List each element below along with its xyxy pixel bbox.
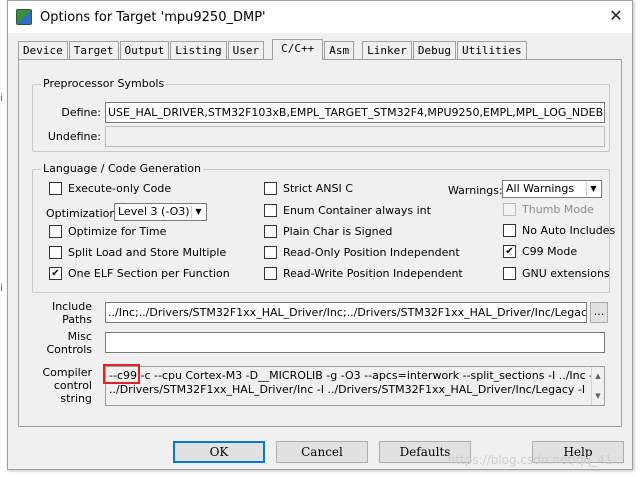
enum-container-label: Enum Container always int bbox=[283, 204, 431, 217]
strict-ansi-box[interactable] bbox=[264, 182, 277, 195]
misc-label-line1: Misc bbox=[67, 330, 92, 343]
thumb-mode-label: Thumb Mode bbox=[522, 203, 594, 216]
tab-debug[interactable]: Debug bbox=[412, 41, 456, 59]
tab-linker[interactable]: Linker bbox=[362, 41, 412, 59]
one-elf-checkbox[interactable]: ✔ One ELF Section per Function bbox=[49, 267, 230, 280]
thumb-mode-box[interactable] bbox=[503, 203, 516, 216]
plain-char-box[interactable] bbox=[264, 225, 277, 238]
options-dialog: Options for Target 'mpu9250_DMP' ✕ Devic… bbox=[7, 0, 633, 470]
compiler-control-label: Compiler control string bbox=[39, 366, 92, 405]
no-auto-includes-checkbox[interactable]: No Auto Includes bbox=[503, 224, 615, 237]
undefine-label: Undefine: bbox=[47, 130, 101, 143]
tab-output[interactable]: Output bbox=[119, 41, 170, 59]
close-icon[interactable]: ✕ bbox=[606, 6, 626, 26]
misc-controls-label: Misc Controls bbox=[39, 330, 93, 356]
undefine-input[interactable] bbox=[105, 126, 605, 147]
chevron-down-icon[interactable]: ▼ bbox=[191, 205, 205, 219]
execute-only-box[interactable] bbox=[49, 182, 62, 195]
ro-position-box[interactable] bbox=[264, 246, 277, 259]
compiler-scrollbar[interactable]: ▲ ▼ bbox=[591, 367, 604, 405]
gnu-extensions-box[interactable] bbox=[503, 267, 516, 280]
compiler-control-string[interactable]: --c99 -c --cpu Cortex-M3 -D__MICROLIB -g… bbox=[105, 366, 605, 406]
preprocessor-legend: Preprocessor Symbols bbox=[41, 77, 167, 90]
misc-controls-input[interactable] bbox=[105, 332, 605, 353]
scroll-down-icon[interactable]: ▼ bbox=[592, 389, 604, 403]
optimization-label: Optimization: bbox=[46, 207, 121, 220]
strict-ansi-label: Strict ANSI C bbox=[283, 182, 353, 195]
tab-strip: Device Target Output Listing User C/C++ … bbox=[18, 39, 528, 60]
tab-c-cpp[interactable]: C/C++ bbox=[272, 39, 324, 60]
c-cpp-tab-panel: Preprocessor Symbols Define: USE_HAL_DRI… bbox=[18, 59, 622, 427]
enum-container-box[interactable] bbox=[264, 204, 277, 217]
include-label-line1: Include bbox=[51, 300, 92, 313]
execute-only-label: Execute-only Code bbox=[68, 182, 172, 195]
cancel-button[interactable]: Cancel bbox=[276, 441, 368, 463]
plain-char-checkbox[interactable]: Plain Char is Signed bbox=[264, 225, 392, 238]
compiler-label-line2: control bbox=[53, 379, 92, 392]
background-edge-mark: i bbox=[0, 283, 3, 294]
thumb-mode-checkbox[interactable]: Thumb Mode bbox=[503, 203, 594, 216]
optimize-time-label: Optimize for Time bbox=[68, 225, 167, 238]
include-browse-button[interactable]: ... bbox=[590, 302, 608, 323]
define-label: Define: bbox=[61, 106, 101, 119]
rw-position-box[interactable] bbox=[264, 267, 277, 280]
compiler-label-line3: string bbox=[60, 392, 92, 405]
keil-app-icon bbox=[16, 9, 32, 25]
background-edge-mark: i bbox=[0, 93, 3, 104]
tab-device[interactable]: Device bbox=[18, 41, 68, 59]
tab-target[interactable]: Target bbox=[68, 41, 119, 59]
check-icon[interactable]: ✔ bbox=[503, 245, 516, 258]
tab-utilities[interactable]: Utilities bbox=[456, 41, 527, 59]
include-paths-label: Include Paths bbox=[39, 300, 92, 326]
include-paths-input[interactable]: ../Inc;../Drivers/STM32F1xx_HAL_Driver/I… bbox=[105, 302, 587, 323]
one-elf-label: One ELF Section per Function bbox=[68, 267, 230, 280]
split-load-label: Split Load and Store Multiple bbox=[68, 246, 227, 259]
execute-only-checkbox[interactable]: Execute-only Code bbox=[49, 182, 171, 195]
ro-position-label: Read-Only Position Independent bbox=[283, 246, 460, 259]
split-load-box[interactable] bbox=[49, 246, 62, 259]
warnings-value: All Warnings bbox=[506, 182, 575, 195]
c99-mode-label: C99 Mode bbox=[522, 245, 578, 258]
rw-position-checkbox[interactable]: Read-Write Position Independent bbox=[264, 267, 463, 280]
strict-ansi-checkbox[interactable]: Strict ANSI C bbox=[264, 182, 353, 195]
window-title: Options for Target 'mpu9250_DMP' bbox=[40, 9, 266, 25]
check-icon[interactable]: ✔ bbox=[49, 267, 62, 280]
warnings-select[interactable]: All Warnings ▼ bbox=[502, 180, 602, 198]
scroll-up-icon[interactable]: ▲ bbox=[592, 369, 604, 383]
split-load-checkbox[interactable]: Split Load and Store Multiple bbox=[49, 246, 226, 259]
compiler-line-2: ../Drivers/STM32F1xx_HAL_Driver/Inc -I .… bbox=[109, 383, 586, 396]
optimize-time-box[interactable] bbox=[49, 225, 62, 238]
warnings-label: Warnings: bbox=[448, 184, 503, 197]
ok-button[interactable]: OK bbox=[173, 441, 265, 463]
optimize-time-checkbox[interactable]: Optimize for Time bbox=[49, 225, 166, 238]
tab-user[interactable]: User bbox=[227, 41, 265, 59]
chevron-down-icon[interactable]: ▼ bbox=[586, 182, 600, 196]
compiler-label-line1: Compiler bbox=[42, 366, 92, 379]
c99-highlight-annotation bbox=[103, 364, 140, 384]
misc-label-line2: Controls bbox=[46, 343, 93, 356]
c99-mode-checkbox[interactable]: ✔ C99 Mode bbox=[503, 245, 577, 258]
no-auto-includes-box[interactable] bbox=[503, 224, 516, 237]
include-label-line2: Paths bbox=[62, 313, 92, 326]
compiler-line-1: --c99 -c --cpu Cortex-M3 -D__MICROLIB -g… bbox=[109, 369, 597, 382]
tab-listing[interactable]: Listing bbox=[170, 41, 227, 59]
optimization-value: Level 3 (-O3) bbox=[118, 205, 190, 218]
gnu-extensions-checkbox[interactable]: GNU extensions bbox=[503, 267, 610, 280]
ro-position-checkbox[interactable]: Read-Only Position Independent bbox=[264, 246, 460, 259]
optimization-select[interactable]: Level 3 (-O3) ▼ bbox=[114, 203, 207, 221]
title-bar: Options for Target 'mpu9250_DMP' ✕ bbox=[8, 1, 632, 33]
tab-asm[interactable]: Asm bbox=[324, 41, 355, 59]
rw-position-label: Read-Write Position Independent bbox=[283, 267, 463, 280]
define-input[interactable]: USE_HAL_DRIVER,STM32F103xB,EMPL_TARGET_S… bbox=[105, 102, 605, 123]
language-legend: Language / Code Generation bbox=[41, 162, 204, 175]
gnu-extensions-label: GNU extensions bbox=[522, 267, 610, 280]
plain-char-label: Plain Char is Signed bbox=[283, 225, 393, 238]
watermark-text: https://blog.csdn.net/qq_41... bbox=[447, 453, 624, 467]
no-auto-includes-label: No Auto Includes bbox=[522, 224, 616, 237]
enum-container-checkbox[interactable]: Enum Container always int bbox=[264, 204, 431, 217]
